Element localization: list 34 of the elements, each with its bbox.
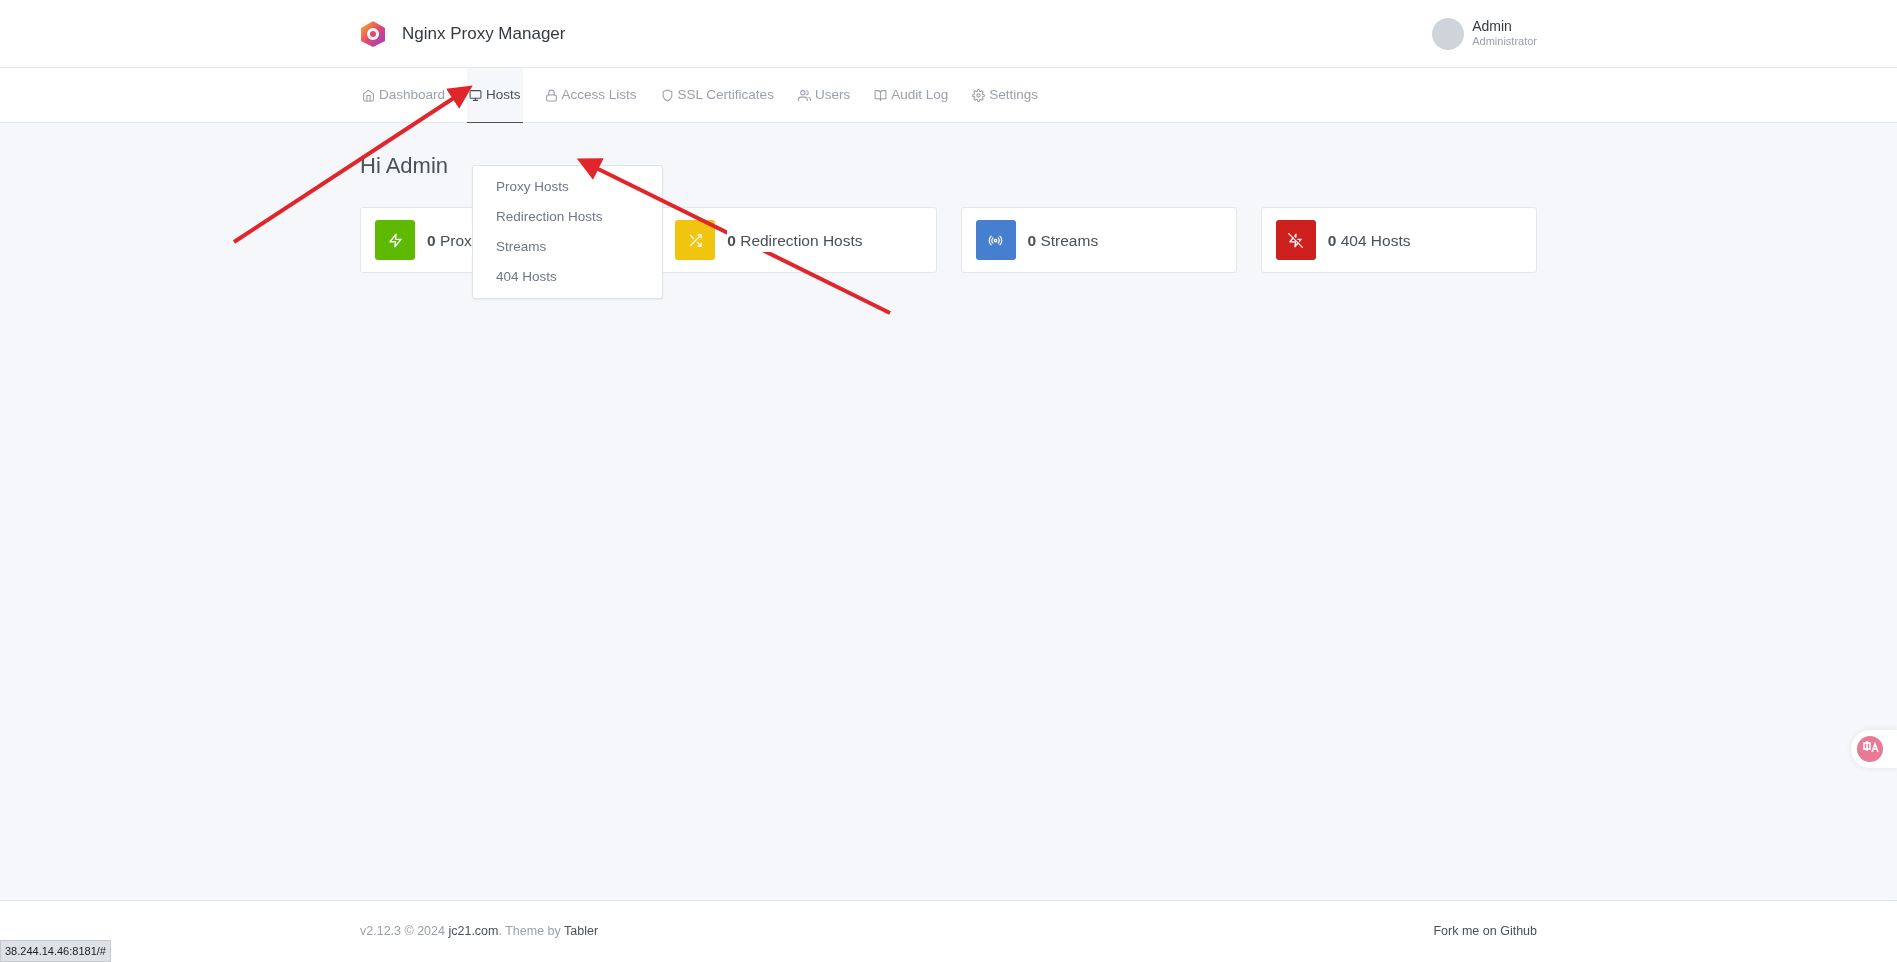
- github-link[interactable]: Fork me on Github: [1433, 922, 1537, 941]
- status-bar-url: 38.244.14.46:8181/#: [0, 939, 111, 962]
- footer-link[interactable]: Tabler: [564, 924, 599, 939]
- shuffle-icon: [687, 232, 703, 248]
- user-role: Administrator: [1472, 34, 1537, 48]
- nav-tab[interactable]: Settings: [970, 68, 1040, 123]
- dropdown-item[interactable]: 404 Hosts: [473, 262, 662, 292]
- nav-tab[interactable]: Access Lists: [542, 68, 639, 123]
- book-icon: [874, 88, 888, 102]
- dropdown-item[interactable]: Proxy Hosts: [473, 172, 662, 202]
- home-icon: [362, 88, 375, 102]
- nav-tab[interactable]: SSL Certificates: [658, 68, 776, 123]
- avatar[interactable]: [1432, 17, 1465, 50]
- lock-icon: [544, 88, 558, 102]
- nav-tab[interactable]: Hosts: [467, 68, 523, 123]
- shield-icon: [660, 88, 674, 102]
- logo-icon: [360, 19, 386, 48]
- users-icon: [797, 88, 811, 102]
- nav-tab[interactable]: Dashboard: [360, 68, 448, 123]
- nav-tab[interactable]: Users: [795, 68, 853, 123]
- user-name: Admin: [1472, 19, 1513, 35]
- translate-icon: [1856, 735, 1884, 763]
- stat-text: 0 Redirection Hosts: [727, 228, 863, 252]
- footer-text: v2.12.3 © 2024 jc21.com. Theme by Tabler: [360, 923, 599, 941]
- translate-button[interactable]: [1851, 730, 1897, 768]
- nav-tab[interactable]: Audit Log: [872, 68, 951, 123]
- lightning-icon: [387, 232, 403, 248]
- greeting: Hi Admin: [360, 153, 450, 180]
- dropdown-item[interactable]: Streams: [473, 232, 662, 262]
- settings-icon: [972, 88, 986, 102]
- lightning-off-icon: [1288, 232, 1304, 248]
- monitor-icon: [469, 88, 483, 102]
- dropdown-item[interactable]: Redirection Hosts: [473, 202, 662, 232]
- brand-name[interactable]: Nginx Proxy Manager: [402, 20, 566, 47]
